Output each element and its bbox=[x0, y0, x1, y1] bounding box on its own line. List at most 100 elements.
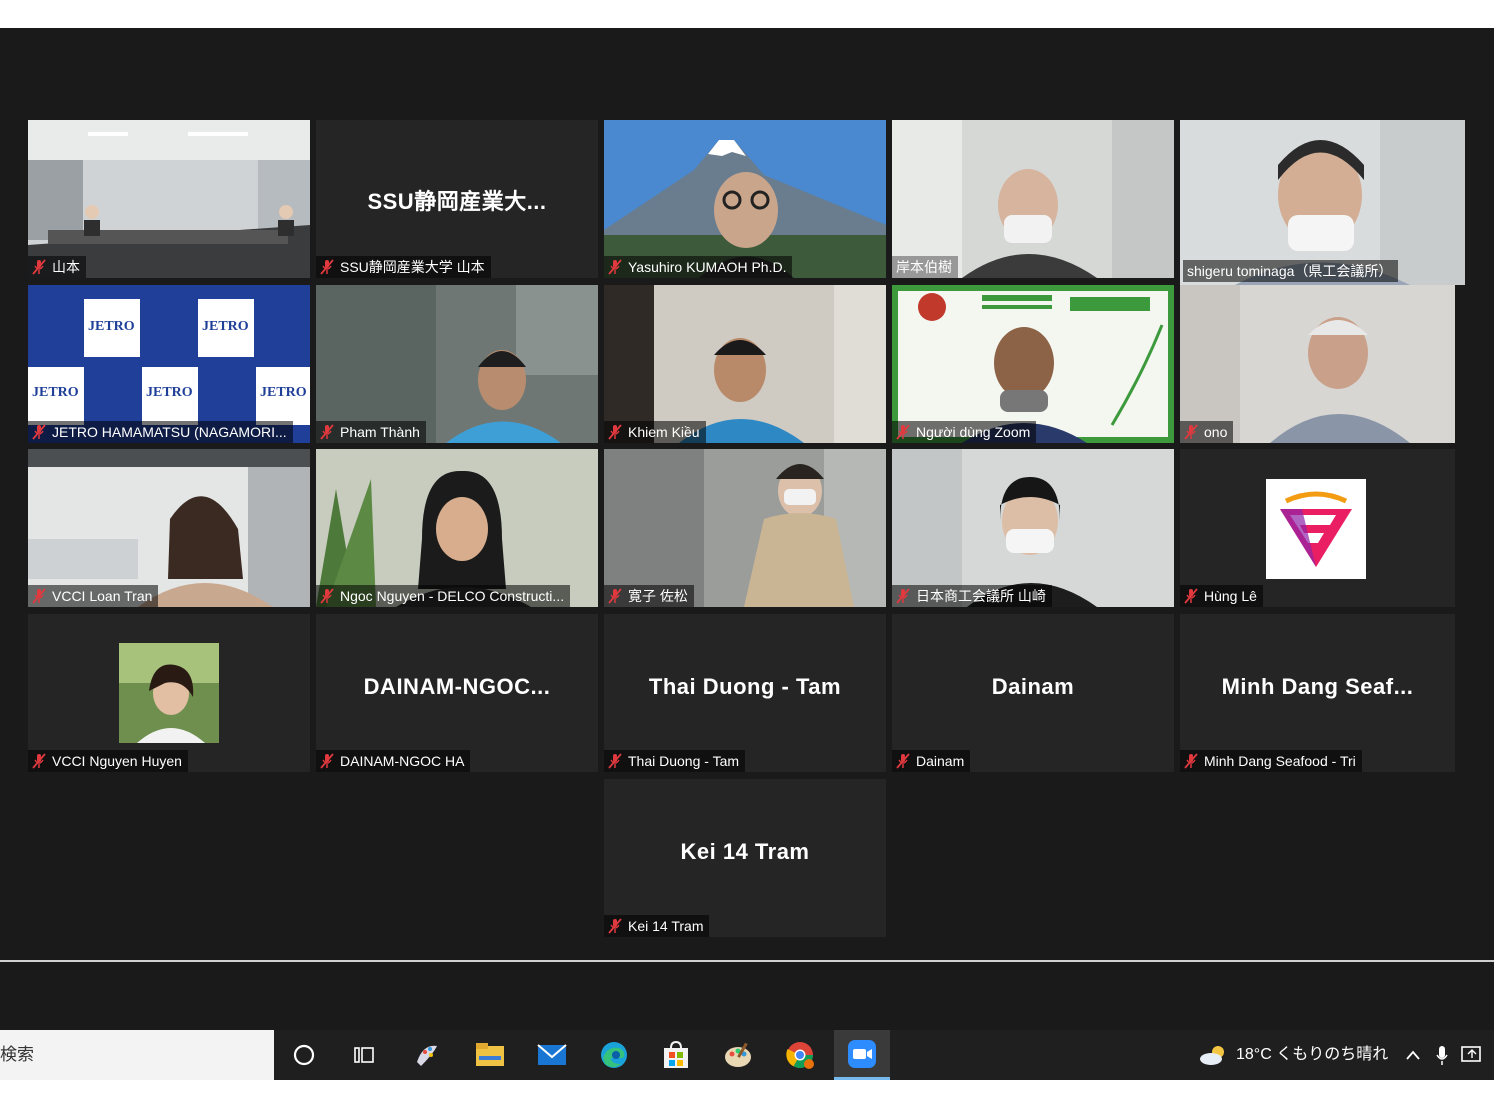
participant-name-label: Người dùng Zoom bbox=[892, 421, 1037, 443]
participant-name-label: Yasuhiro KUMAOH Ph.D. bbox=[604, 256, 793, 278]
video-feed bbox=[604, 285, 886, 443]
muted-mic-icon bbox=[608, 918, 622, 934]
participant-tile[interactable]: 山本 bbox=[28, 120, 310, 278]
participant-name: 日本商工会議所 山崎 bbox=[916, 588, 1046, 604]
participant-display-name: Thai Duong - Tam bbox=[648, 674, 842, 699]
top-window-strip bbox=[0, 0, 1494, 28]
participant-display-name: DAINAM-NGOC... bbox=[363, 674, 551, 699]
muted-mic-icon bbox=[320, 259, 334, 275]
muted-mic-icon bbox=[32, 588, 46, 604]
video-feed bbox=[892, 449, 1174, 607]
participant-name-label: Dainam bbox=[892, 750, 971, 772]
participant-name-label: 山本 bbox=[28, 256, 86, 278]
store-icon[interactable] bbox=[660, 1039, 692, 1071]
cloud-sun-icon bbox=[1200, 1046, 1224, 1065]
edge-icon[interactable] bbox=[598, 1039, 630, 1071]
participant-name-label: 日本商工会議所 山崎 bbox=[892, 585, 1052, 607]
participant-tile-active-speaker[interactable]: shigeru tominaga（県工会議所） bbox=[1180, 120, 1465, 285]
muted-mic-icon bbox=[608, 588, 622, 604]
zoom-icon[interactable] bbox=[834, 1030, 890, 1080]
participant-name: JETRO HAMAMATSU (NAGAMORI... bbox=[52, 424, 287, 440]
participant-name: 山本 bbox=[52, 259, 80, 275]
participant-name-label: Minh Dang Seafood - Tri bbox=[1180, 750, 1362, 772]
muted-mic-icon bbox=[320, 588, 334, 604]
muted-mic-icon bbox=[608, 424, 622, 440]
participant-name-label: SSU静岡産業大学 山本 bbox=[316, 256, 491, 278]
participant-tile[interactable]: Kei 14 Tram Kei 14 Tram bbox=[604, 779, 886, 937]
participant-name-label: ono bbox=[1180, 421, 1234, 443]
microphone-icon[interactable] bbox=[1434, 1030, 1450, 1080]
chrome-icon[interactable] bbox=[784, 1039, 816, 1071]
weather-text: 18°C くもりのち晴れ bbox=[1236, 1046, 1389, 1063]
participant-tile[interactable]: Pham Thành bbox=[316, 285, 598, 443]
participant-tile[interactable]: Yasuhiro KUMAOH Ph.D. bbox=[604, 120, 886, 278]
weather-widget[interactable]: 18°C くもりのち晴れ bbox=[1198, 1030, 1388, 1080]
participant-name-label: VCCI Nguyen Huyen bbox=[28, 750, 188, 772]
participant-tile[interactable]: Thai Duong - Tam Thai Duong - Tam bbox=[604, 614, 886, 772]
participant-display-name: SSU静岡産業大... bbox=[367, 189, 547, 214]
jetro-logo-text: JETRO bbox=[88, 319, 135, 334]
participant-tile[interactable]: Ngoc Nguyen - DELCO Constructi... bbox=[316, 449, 598, 607]
video-feed bbox=[892, 120, 1174, 278]
participant-display-name: Minh Dang Seaf... bbox=[1221, 674, 1414, 699]
muted-mic-icon bbox=[32, 259, 46, 275]
mail-icon[interactable] bbox=[536, 1039, 568, 1071]
participant-name: DAINAM-NGOC HA bbox=[340, 753, 465, 769]
participant-tile[interactable]: Hùng Lê bbox=[1180, 449, 1455, 607]
file-explorer-icon[interactable] bbox=[474, 1039, 506, 1071]
muted-mic-icon bbox=[32, 424, 46, 440]
search-label: 検索 bbox=[0, 1045, 34, 1064]
participant-name: Khiem Kiều bbox=[628, 424, 700, 440]
muted-mic-icon bbox=[320, 424, 334, 440]
participant-name-label: Hùng Lê bbox=[1180, 585, 1263, 607]
video-feed bbox=[1180, 285, 1455, 443]
participant-name: Người dùng Zoom bbox=[916, 424, 1031, 440]
task-view-icon[interactable] bbox=[348, 1039, 380, 1071]
participant-tile[interactable]: 日本商工会議所 山崎 bbox=[892, 449, 1174, 607]
participant-tile[interactable]: SSU静岡産業大... SSU静岡産業大学 山本 bbox=[316, 120, 598, 278]
participant-name-label: Kei 14 Tram bbox=[604, 915, 710, 937]
muted-mic-icon bbox=[32, 753, 46, 769]
participant-name: Dainam bbox=[916, 753, 965, 769]
participant-tile[interactable]: VCCI Loan Tran bbox=[28, 449, 310, 607]
participant-name-label: Ngoc Nguyen - DELCO Constructi... bbox=[316, 585, 571, 607]
participant-tile[interactable]: 岸本伯樹 bbox=[892, 120, 1174, 278]
video-feed bbox=[892, 285, 1174, 443]
muted-mic-icon bbox=[1184, 424, 1198, 440]
screen-share-icon[interactable] bbox=[1460, 1030, 1484, 1080]
participant-display-name: Dainam bbox=[991, 674, 1075, 699]
profile-photo bbox=[119, 643, 219, 743]
chevron-up-icon[interactable] bbox=[1404, 1030, 1422, 1080]
participant-name: Pham Thành bbox=[340, 424, 420, 440]
jetro-logo-text: JETRO bbox=[202, 319, 249, 334]
participant-tile[interactable]: JETRO JETRO JETRO JETRO JETRO JETRO HAMA… bbox=[28, 285, 310, 443]
participant-tile[interactable]: Dainam Dainam bbox=[892, 614, 1174, 772]
windows-taskbar: 検索 18°C くもりのち晴れ bbox=[0, 1030, 1494, 1080]
cortana-icon[interactable] bbox=[288, 1039, 320, 1071]
participant-tile[interactable]: ono bbox=[1180, 285, 1455, 443]
participant-name: Ngoc Nguyen - DELCO Constructi... bbox=[340, 588, 565, 604]
video-feed bbox=[604, 449, 886, 607]
paint-icon[interactable] bbox=[412, 1039, 444, 1071]
participant-name: Minh Dang Seafood - Tri bbox=[1204, 753, 1356, 769]
participant-tile[interactable]: VCCI Nguyen Huyen bbox=[28, 614, 310, 772]
taskbar-search-box[interactable]: 検索 bbox=[0, 1030, 274, 1080]
participant-tile[interactable]: DAINAM-NGOC... DAINAM-NGOC HA bbox=[316, 614, 598, 772]
participant-name: VCCI Nguyen Huyen bbox=[52, 753, 182, 769]
participant-name-label: 岸本伯樹 bbox=[892, 256, 958, 278]
participant-name: 岸本伯樹 bbox=[896, 259, 952, 275]
participant-tile[interactable]: Khiem Kiều bbox=[604, 285, 886, 443]
participant-name: Hùng Lê bbox=[1204, 588, 1257, 604]
muted-mic-icon bbox=[1184, 588, 1198, 604]
participant-name: Thai Duong - Tam bbox=[628, 753, 740, 769]
jetro-logo-text: JETRO bbox=[32, 385, 79, 400]
jetro-logo-text: JETRO bbox=[260, 385, 307, 400]
participant-display-name: Kei 14 Tram bbox=[680, 839, 810, 864]
video-feed bbox=[316, 285, 598, 443]
participant-tile[interactable]: Minh Dang Seaf... Minh Dang Seafood - Tr… bbox=[1180, 614, 1455, 772]
paint3d-icon[interactable] bbox=[722, 1039, 754, 1071]
participant-tile[interactable]: 寛子 佐松 bbox=[604, 449, 886, 607]
muted-mic-icon bbox=[608, 753, 622, 769]
video-feed bbox=[28, 449, 310, 607]
participant-tile[interactable]: Người dùng Zoom bbox=[892, 285, 1174, 443]
